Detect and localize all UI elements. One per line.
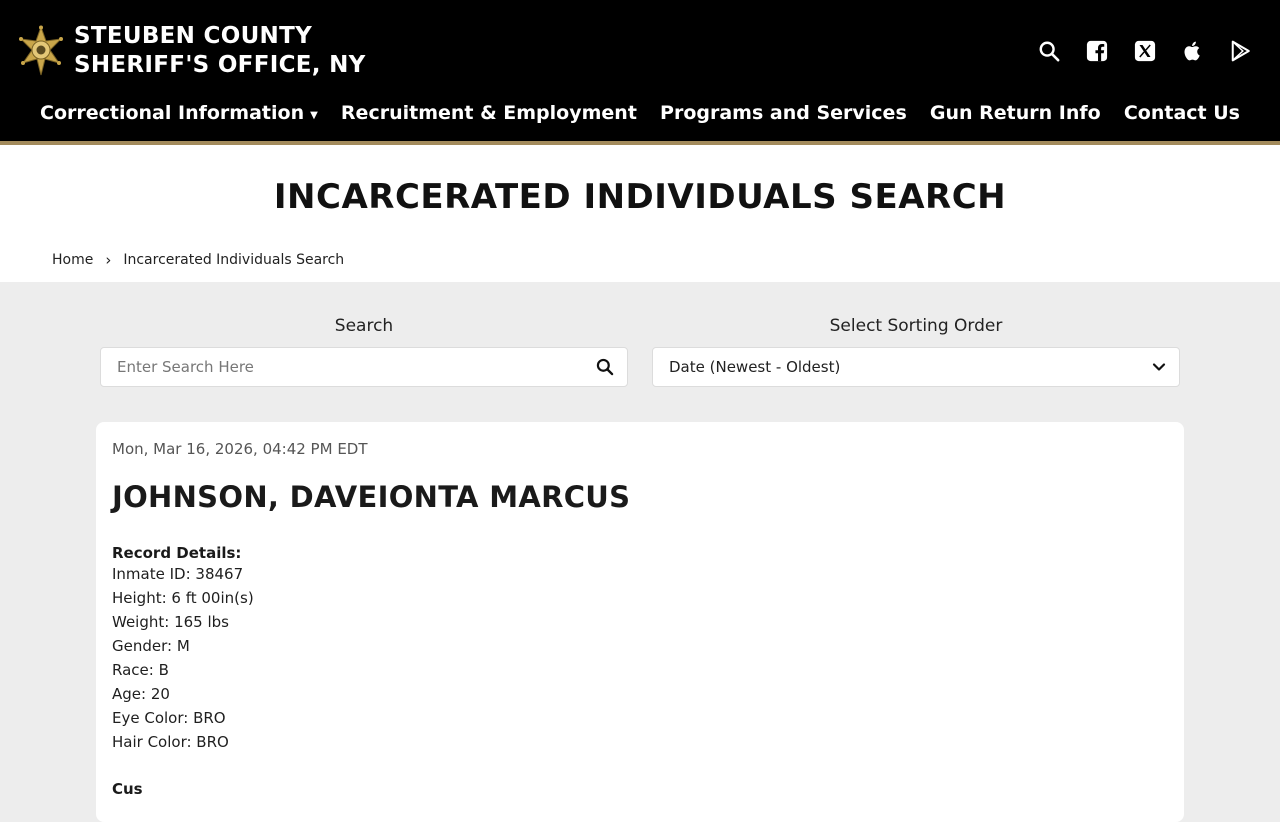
- nav-item-gun-return-info[interactable]: Gun Return Info: [930, 102, 1101, 138]
- facebook-icon[interactable]: [1086, 40, 1108, 62]
- sort-order-select[interactable]: Date (Newest - Oldest): [652, 347, 1180, 387]
- search-label: Search: [334, 316, 394, 336]
- detail-inmate-id: Inmate ID: 38467: [112, 565, 244, 583]
- google-play-icon[interactable]: [1230, 40, 1252, 62]
- nav-item-label: Programs and Services: [660, 102, 907, 124]
- breadcrumb-separator-icon: ›: [105, 251, 112, 269]
- nav-item-contact-us[interactable]: Contact Us: [1124, 102, 1240, 138]
- search-icon[interactable]: [1038, 40, 1060, 62]
- caret-down-icon: ▼: [310, 110, 318, 121]
- record-card: Mon, Mar 16, 2026, 04:42 PM EDT JOHNSON,…: [96, 422, 1184, 822]
- sort-selected-value: Date (Newest - Oldest): [669, 358, 841, 376]
- search-icon[interactable]: [595, 357, 615, 377]
- nav-item-programs-services[interactable]: Programs and Services: [660, 102, 907, 138]
- detail-hair-color: Hair Color: BRO: [112, 733, 229, 751]
- record-name[interactable]: JOHNSON, DAVEIONTA MARCUS: [112, 480, 1168, 514]
- detail-height: Height: 6 ft 00in(s): [112, 589, 254, 607]
- search-group: Search: [100, 316, 628, 387]
- breadcrumb-home-link[interactable]: Home: [52, 252, 93, 268]
- record-details-list: Inmate ID: 38467 Height: 6 ft 00in(s) We…: [112, 562, 1168, 754]
- nav-item-label: Recruitment & Employment: [340, 102, 637, 124]
- breadcrumb-current: Incarcerated Individuals Search: [123, 252, 345, 268]
- nav-item-correctional-information[interactable]: Correctional Information ▼: [40, 102, 318, 138]
- record-date: Mon, Mar 16, 2026, 04:42 PM EDT: [112, 440, 368, 458]
- detail-age: Age: 20: [112, 685, 170, 703]
- nav-item-label: Contact Us: [1123, 102, 1240, 124]
- sheriff-star-badge-icon: [19, 25, 63, 76]
- x-twitter-icon[interactable]: [1134, 40, 1156, 62]
- site-title-line2: SHERIFF'S OFFICE, NY: [74, 52, 366, 78]
- detail-race: Race: B: [112, 661, 169, 679]
- detail-weight: Weight: 165 lbs: [112, 613, 229, 631]
- nav-item-recruitment-employment[interactable]: Recruitment & Employment: [341, 102, 637, 138]
- main-nav: Correctional Information ▼ Recruitment &…: [0, 102, 1280, 138]
- sort-label: Select Sorting Order: [829, 316, 1003, 336]
- sort-group: Select Sorting Order Date (Newest - Olde…: [652, 316, 1180, 387]
- detail-eye-color: Eye Color: BRO: [112, 709, 226, 727]
- nav-item-label: Correctional Information: [40, 102, 305, 124]
- nav-item-label: Gun Return Info: [929, 102, 1101, 124]
- title-band: INCARCERATED INDIVIDUALS SEARCH Home › I…: [0, 145, 1280, 282]
- breadcrumb: Home › Incarcerated Individuals Search: [52, 251, 344, 269]
- brand[interactable]: STEUBEN COUNTY SHERIFF'S OFFICE, NY: [18, 22, 366, 80]
- site-header: STEUBEN COUNTY SHERIFF'S OFFICE, NY Corr…: [0, 0, 1280, 141]
- site-title: STEUBEN COUNTY SHERIFF'S OFFICE, NY: [74, 22, 366, 80]
- custody-heading: Cus: [112, 780, 143, 798]
- detail-gender: Gender: M: [112, 637, 190, 655]
- search-controls: Search Select Sorting Order Date (Newest…: [0, 282, 1280, 422]
- search-field: [100, 347, 628, 387]
- search-input[interactable]: [117, 358, 595, 376]
- apple-icon[interactable]: [1182, 40, 1204, 62]
- page-title: INCARCERATED INDIVIDUALS SEARCH: [273, 177, 1007, 217]
- chevron-down-icon: [1152, 363, 1166, 371]
- site-title-line1: STEUBEN COUNTY: [74, 23, 313, 49]
- record-details-heading: Record Details:: [112, 544, 242, 562]
- header-icon-bar: [1038, 40, 1252, 62]
